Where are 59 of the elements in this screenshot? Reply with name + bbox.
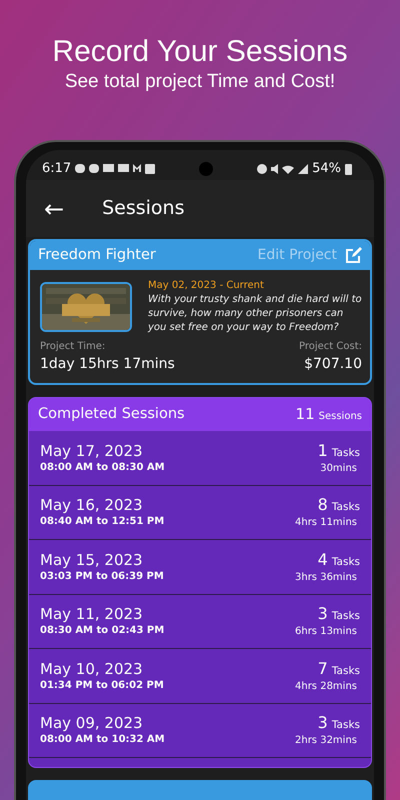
mute-icon [271,164,278,174]
session-time-range: 01:34 PM to 06:02 PM [40,678,164,692]
session-time-range: 08:30 AM to 02:43 PM [40,624,164,638]
signal-icon [298,164,308,174]
tasks-label: Tasks [332,664,360,679]
session-time-range: 03:03 PM to 06:39 PM [40,570,164,583]
session-time-range: 08:40 AM to 12:51 PM [40,515,164,528]
battery-percent: 54% [312,160,341,178]
project-name: Freedom Fighter [38,246,156,265]
wifi-icon [282,164,294,174]
back-button[interactable]: ← [36,196,72,220]
session-row[interactable]: May 15, 2023 03:03 PM to 06:39 PM 4 Tasks 3hrs 36mins [29,540,371,594]
project-description: With your trusty shank and die hard will to survive, how many other prisoners can you set free on your way to Freedom? [148,293,362,335]
task-count: 3 [318,604,328,624]
time-label: Project Time: [40,340,106,354]
clock-time: 6:17 [42,160,72,178]
session-row[interactable]: May 11, 2023 08:30 AM to 02:43 PM 3 Tasks 6hrs 13mins [29,594,371,649]
task-count: 1 [318,440,328,460]
session-duration: 4hrs 11mins [295,516,358,530]
tasks-label: Tasks [332,718,360,734]
session-count-label: Sessions [318,410,362,424]
tasks-label: Tasks [332,446,360,461]
session-date: May 17, 2023 [40,442,144,461]
camera-hole-icon [199,162,214,176]
session-time-range: 08:00 AM to 08:30 AM [40,460,165,474]
task-count: 4 [318,550,328,569]
gmail-icon [133,164,142,172]
tasks-label: Tasks [332,609,360,624]
session-duration: 30mins [319,462,358,475]
task-count: 8 [318,495,328,514]
session-duration: 3hrs 36mins [295,570,358,584]
edit-icon [345,247,362,264]
session-row[interactable]: May 17, 2023 08:00 AM to 08:30 AM 1 Tasks 30mins [29,431,371,486]
sessions-title: Completed Sessions [38,404,185,424]
screen-title: Sessions [102,196,185,222]
headline: Record Your Sessions [51,34,349,70]
session-duration: 4hrs 28mins [295,680,358,693]
tasks-label: Tasks [332,500,360,516]
session-row[interactable]: May 10, 2023 01:34 PM to 06:02 PM 7 Tasks 4hrs 28mins [29,649,371,704]
session-date: May 15, 2023 [40,550,144,570]
session-time-range: 08:00 AM to 10:32 AM [40,733,165,746]
battery-icon [345,163,352,175]
subheadline: See total project Time and Cost! [64,70,336,94]
task-count: 3 [318,713,328,732]
session-date: May 16, 2023 [40,496,144,516]
session-date: May 09, 2023 [40,714,144,734]
cost-label: Project Cost: [299,340,362,354]
session-duration: 2hrs 32mins [295,734,358,748]
session-date: May 10, 2023 [40,660,144,679]
task-count: 7 [318,658,328,678]
session-row[interactable]: May 16, 2023 08:40 AM to 12:51 PM 8 Tasks 4hrs 11mins [29,486,371,540]
project-date: May 02, 2023 - Current [148,279,265,293]
session-row[interactable]: May 09, 2023 08:00 AM to 10:32 AM 3 Tasks 2hrs 32mins [29,704,371,758]
tasks-label: Tasks [332,554,360,570]
session-duration: 6hrs 13mins [295,625,358,638]
session-count: 11 [296,404,315,426]
session-date: May 11, 2023 [40,605,144,624]
project-cost: $707.10 [303,355,362,374]
project-time: 1day 15hrs 17mins [40,355,175,374]
